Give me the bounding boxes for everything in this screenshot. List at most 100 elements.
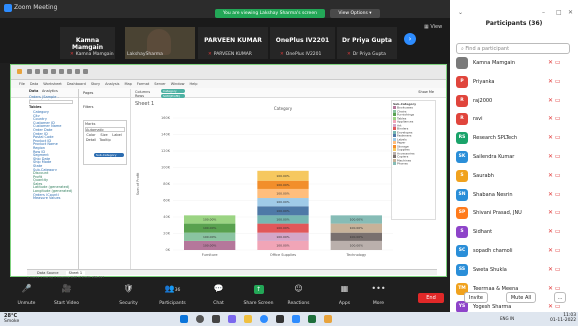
- bar-data-label: 100.00%: [276, 235, 289, 239]
- participant-row[interactable]: SN Shabana Nesrin ✕ ▭: [450, 186, 578, 205]
- participant-row[interactable]: SK Sailendra Kumar ✕ ▭: [450, 148, 578, 167]
- menu-item[interactable]: Server: [154, 82, 165, 86]
- marks-detail-button[interactable]: Detail: [85, 138, 97, 142]
- end-meeting-button[interactable]: End: [418, 293, 444, 303]
- field-search-input[interactable]: [29, 100, 73, 104]
- language-indicator[interactable]: ENG IN: [500, 316, 514, 321]
- menu-item[interactable]: Story: [91, 82, 100, 86]
- security-button[interactable]: 🛡 Security: [106, 282, 151, 306]
- edge-icon[interactable]: [260, 315, 268, 323]
- video-tile-camera[interactable]: LakshaySharma: [125, 27, 195, 59]
- participant-row[interactable]: SP Shivani Prasad, JNU ✕ ▭: [450, 204, 578, 223]
- participants-header: Participants (36): [485, 20, 543, 27]
- mute-all-button[interactable]: Mute All: [506, 292, 536, 303]
- marks-size-button[interactable]: Size: [98, 133, 110, 137]
- legend-item[interactable]: Phones: [393, 162, 434, 166]
- start-icon[interactable]: [180, 315, 188, 323]
- participant-row[interactable]: Rraj2000 ✕ ▭: [450, 92, 578, 111]
- y-tick-label: 100K: [161, 166, 171, 170]
- data-tab[interactable]: Data: [29, 89, 38, 93]
- more-button[interactable]: ••• More: [356, 282, 401, 306]
- clock[interactable]: 11:03 01-11-2022: [550, 313, 576, 323]
- weather-widget[interactable]: 28°C Smoke: [4, 313, 19, 324]
- participant-name: Shabana Nesrin: [473, 191, 513, 198]
- new-datasource-icon[interactable]: [51, 69, 56, 74]
- participant-row[interactable]: P Priyanka ✕ ▭: [450, 73, 578, 92]
- menu-item[interactable]: File: [19, 82, 25, 86]
- participant-row[interactable]: RS Research SPLTech ✕ ▭: [450, 129, 578, 148]
- menu-item[interactable]: Data: [30, 82, 38, 86]
- show-me-button[interactable]: Show Me: [418, 90, 434, 94]
- search-icon[interactable]: [196, 315, 204, 323]
- participants-button[interactable]: 👥36 Participants: [150, 282, 195, 306]
- tableau-taskbar-icon[interactable]: [324, 315, 332, 323]
- participant-search-input[interactable]: ⌕ Find a participant: [456, 43, 570, 54]
- marks-tooltip-button[interactable]: Tooltip: [98, 138, 112, 142]
- view-options-button[interactable]: View Options ▾: [330, 9, 380, 18]
- new-sheet-icon[interactable]: [67, 69, 72, 74]
- menu-item[interactable]: Analysis: [105, 82, 119, 86]
- muted-mic-video-off-icon: ✕ ▭: [548, 265, 561, 273]
- chevron-down-icon[interactable]: ⌄: [458, 9, 463, 16]
- menu-item[interactable]: Worksheet: [43, 82, 62, 86]
- date: 01-11-2022: [550, 318, 577, 323]
- y-tick-label: 20K: [163, 232, 170, 236]
- participant-row[interactable]: S Saurabh ✕ ▭: [450, 167, 578, 186]
- excel-icon[interactable]: [308, 315, 316, 323]
- minimize-icon[interactable]: –: [542, 9, 545, 16]
- redo-icon[interactable]: [35, 69, 40, 74]
- video-tile[interactable]: Dr Priya Gupta ✕ Dr Priya Gupta: [337, 27, 397, 59]
- next-page-arrow-icon[interactable]: ›: [404, 33, 416, 45]
- file-explorer-icon[interactable]: [244, 315, 252, 323]
- video-tile[interactable]: Kamna Mamgain ✕ Kamna Mamgain: [60, 27, 115, 59]
- undo-icon[interactable]: [27, 69, 32, 74]
- unmute-button[interactable]: 🎤 Unmute: [4, 282, 49, 306]
- marks-label-button[interactable]: Label: [111, 133, 123, 137]
- pages-shelf[interactable]: Pages: [81, 89, 130, 97]
- participant-row[interactable]: Rravi ✕ ▭: [450, 110, 578, 129]
- menu-item[interactable]: Format: [137, 82, 149, 86]
- menu-item[interactable]: Dashboard: [67, 82, 86, 86]
- zoom-taskbar-icon[interactable]: [292, 315, 300, 323]
- participant-row[interactable]: Kamna Mamgain ✕ ▭: [450, 54, 578, 73]
- video-tile[interactable]: OnePlus IV2201 ✕ OnePlus IV2201: [270, 27, 335, 59]
- participant-row[interactable]: S Sidhant ✕ ▭: [450, 223, 578, 242]
- clear-icon[interactable]: [83, 69, 88, 74]
- menu-item[interactable]: Window: [171, 82, 185, 86]
- chat-button[interactable]: 💬 Chat: [196, 282, 241, 306]
- teams-icon[interactable]: [228, 315, 236, 323]
- participant-name: Sidhant: [473, 229, 493, 236]
- rows-pill-profit[interactable]: SUM(Profit): [161, 94, 185, 98]
- color-legend: Sub-Category Bookcases Chairs Furnishings T…: [391, 100, 436, 220]
- muted-mic-video-off-icon: ✕ ▭: [548, 246, 561, 254]
- pause-icon[interactable]: [59, 69, 64, 74]
- duplicate-icon[interactable]: [75, 69, 80, 74]
- close-icon[interactable]: ✕: [568, 9, 573, 16]
- share-screen-button[interactable]: ↑ Share Screen: [236, 282, 281, 306]
- store-icon[interactable]: [276, 315, 284, 323]
- participant-row[interactable]: SC sopadh chamoli ✕ ▭: [450, 242, 578, 261]
- view-button[interactable]: ▦ View: [424, 24, 442, 30]
- save-icon[interactable]: [43, 69, 48, 74]
- invite-button[interactable]: Invite: [464, 292, 488, 303]
- bar-data-label: 100.00%: [276, 217, 289, 221]
- avatar: SP: [456, 207, 468, 220]
- marks-type-dropdown[interactable]: Automatic: [85, 127, 125, 132]
- more-options-button[interactable]: ...: [554, 292, 566, 303]
- columns-pill-category[interactable]: Category: [161, 89, 185, 93]
- reactions-button[interactable]: ☺ Reactions: [276, 282, 321, 306]
- menu-item[interactable]: Help: [190, 82, 198, 86]
- participant-row[interactable]: SS Sweta Shukla ✕ ▭: [450, 261, 578, 280]
- filters-shelf[interactable]: Filters: [81, 103, 96, 111]
- data-pane: Data Analytics Orders (Sample - Supersto…: [27, 89, 79, 269]
- chat-label: Chat: [213, 301, 224, 306]
- video-tile[interactable]: PARVEEN KUMAR ✕ PARVEEN KUMAR: [198, 27, 268, 59]
- marks-color-button[interactable]: Color: [85, 133, 97, 137]
- analytics-tab[interactable]: Analytics: [42, 89, 58, 93]
- menu-item[interactable]: Map: [124, 82, 131, 86]
- marks-pill-subcategory[interactable]: Sub-Category: [94, 153, 124, 157]
- start-video-button[interactable]: 🎥 Start Video: [44, 282, 89, 306]
- maximize-icon[interactable]: □: [556, 9, 562, 16]
- task-view-icon[interactable]: [212, 315, 220, 323]
- field-item[interactable]: Measure Values: [27, 196, 78, 200]
